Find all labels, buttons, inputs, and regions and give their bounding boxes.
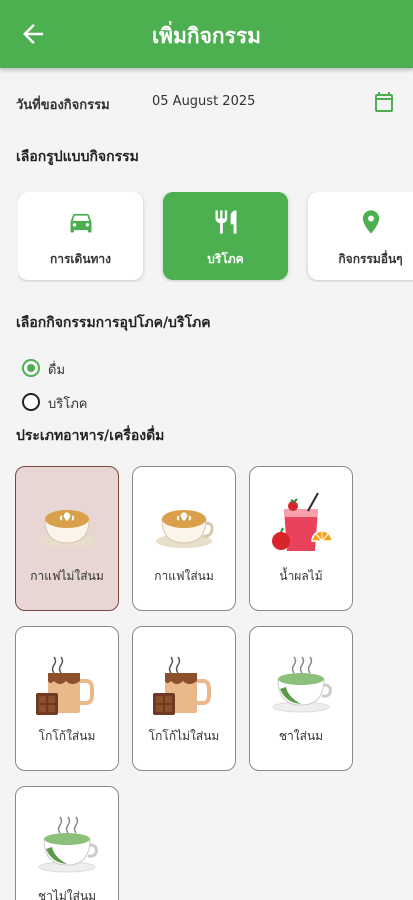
- consumption-heading: เลือกกิจกรรมการอุปโภค/บริโภค: [16, 315, 211, 331]
- latte-cup-icon: [16, 489, 118, 559]
- date-value[interactable]: 05 August 2025: [152, 94, 255, 109]
- food-card-cocoa-milk[interactable]: โกโก้ใส่นม: [15, 626, 119, 771]
- green-tea-cup-icon: [250, 649, 352, 719]
- radio-label: ดื่ม: [48, 363, 66, 378]
- food-card-label: ชาไม่ใส่นม: [37, 889, 97, 900]
- tab-travel[interactable]: การเดินทาง: [18, 192, 143, 280]
- fork-knife-icon: [163, 208, 288, 236]
- page-title: เพิ่มกิจกรรม: [152, 24, 261, 48]
- food-card-label: กาแฟไม่ใส่นม: [30, 569, 104, 583]
- date-row[interactable]: วันที่ของกิจกรรม 05 August 2025: [16, 88, 396, 116]
- tab-label: บริโภค: [207, 252, 244, 266]
- food-card-coffee-no-milk[interactable]: กาแฟไม่ใส่นม: [15, 466, 119, 611]
- green-tea-cup-icon: [16, 809, 118, 879]
- radio-label: บริโภค: [48, 397, 88, 412]
- food-card-tea-no-milk[interactable]: ชาไม่ใส่นม: [15, 786, 119, 900]
- app-bar: เพิ่มกิจกรรม: [0, 0, 413, 68]
- activity-type-heading: เลือกรูปแบบกิจกรรม: [16, 149, 139, 165]
- food-card-tea-milk[interactable]: ชาใส่นม: [249, 626, 353, 771]
- food-card-cocoa-no-milk[interactable]: โกโก้ไม่ใส่นม: [132, 626, 236, 771]
- location-pin-icon: [308, 208, 413, 236]
- latte-cup-icon: [133, 489, 235, 559]
- calendar-icon[interactable]: [372, 90, 396, 114]
- radio-button[interactable]: [22, 393, 40, 411]
- food-card-label: โกโก้ไม่ใส่นม: [148, 729, 220, 743]
- cocoa-mug-icon: [16, 649, 118, 719]
- tab-label: การเดินทาง: [49, 252, 112, 266]
- food-card-coffee-milk[interactable]: กาแฟใส่นม: [132, 466, 236, 611]
- food-type-heading: ประเภทอาหาร/เครื่องดื่ม: [16, 428, 165, 444]
- food-card-label: กาแฟใส่นม: [154, 569, 214, 583]
- tab-other[interactable]: กิจกรรมอื่นๆ: [308, 192, 413, 280]
- food-card-fruit-juice[interactable]: น้ำผลไม้: [249, 466, 353, 611]
- radio-button[interactable]: [22, 359, 40, 377]
- car-icon: [18, 208, 143, 236]
- tab-label: กิจกรรมอื่นๆ: [338, 252, 403, 266]
- tab-consume[interactable]: บริโภค: [163, 192, 288, 280]
- activity-type-tabs: การเดินทาง บริโภค กิจกรรมอื่นๆ: [18, 192, 413, 282]
- food-card-label: น้ำผลไม้: [279, 569, 323, 583]
- date-label: วันที่ของกิจกรรม: [16, 98, 110, 113]
- fruit-juice-icon: [250, 489, 352, 559]
- cocoa-mug-icon: [133, 649, 235, 719]
- food-card-label: โกโก้ใส่นม: [38, 729, 96, 743]
- food-card-label: ชาใส่นม: [278, 729, 324, 743]
